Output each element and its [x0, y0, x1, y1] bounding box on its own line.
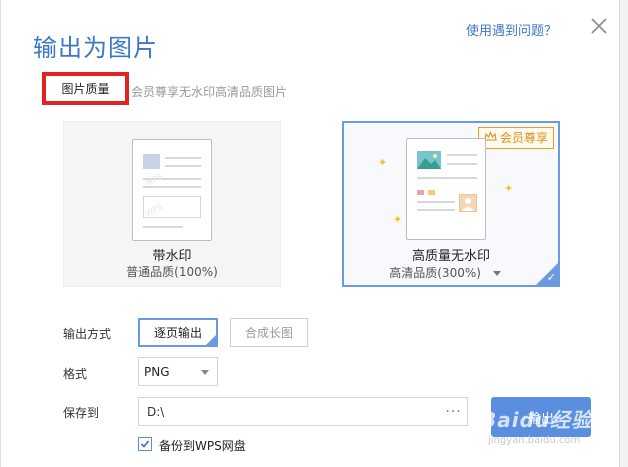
- mode-page-button[interactable]: 逐页输出: [138, 318, 218, 347]
- sparkle-icon: ✦: [504, 182, 514, 195]
- baidu-watermark: Baidu经验: [481, 408, 593, 432]
- check-icon: [140, 440, 150, 448]
- watermark-document-icon: WPS WPS: [132, 139, 212, 241]
- card-title: 高质量无水印: [411, 249, 490, 264]
- save-to-label: 保存到: [63, 406, 100, 420]
- browse-more-button[interactable]: ···: [441, 397, 466, 426]
- mode-page-label: 逐页输出: [153, 326, 202, 340]
- vip-badge-label: 会员尊享: [499, 131, 548, 145]
- selected-corner: [204, 333, 218, 347]
- card-quality-value: 高清品质(300%): [389, 266, 481, 280]
- format-value: PNG: [144, 364, 170, 379]
- card-quality: 普通品质(100%): [126, 265, 218, 279]
- tab-image-quality[interactable]: 图片质量: [42, 72, 129, 105]
- hd-document-icon: [406, 138, 486, 240]
- output-mode-label: 输出方式: [63, 327, 112, 341]
- sparkle-icon: ✦: [393, 213, 403, 226]
- vip-hint-text: 会员尊享无水印高清品质图片: [131, 85, 288, 99]
- format-label: 格式: [63, 367, 88, 381]
- svg-text:WPS: WPS: [144, 202, 164, 218]
- export-image-dialog: 输出为图片 使用遇到问题？ 图片质量 会员尊享无水印高清品质图片 WPS WPS …: [0, 0, 620, 467]
- backup-checkbox[interactable]: [138, 437, 152, 451]
- check-icon: ✓: [546, 271, 556, 284]
- close-icon[interactable]: [587, 14, 611, 38]
- dialog-title: 输出为图片: [33, 34, 158, 62]
- format-select[interactable]: PNG: [138, 357, 218, 386]
- baidu-watermark-url: jingyan.baidu.com: [488, 435, 581, 446]
- help-link[interactable]: 使用遇到问题？: [466, 20, 557, 39]
- sparkle-icon: ✦: [378, 156, 388, 169]
- quality-card-hd[interactable]: 会员尊享 ✦ ✦ ✦ 高质量无水印 高清品质(300%) ✓: [342, 121, 560, 287]
- mode-long-button[interactable]: 合成长图: [230, 318, 308, 347]
- svg-text:WPS: WPS: [144, 172, 164, 188]
- save-path-field[interactable]: D:\: [138, 397, 468, 426]
- caret-down-icon: [492, 271, 501, 276]
- caret-down-icon: [201, 370, 209, 375]
- vip-badge: 会员尊享: [477, 127, 554, 149]
- quality-card-watermark[interactable]: WPS WPS 带水印 普通品质(100%): [63, 121, 281, 287]
- card-quality[interactable]: 高清品质(300%): [338, 264, 552, 281]
- card-title: 带水印: [152, 249, 192, 264]
- backup-label: 备份到WPS网盘: [159, 439, 246, 453]
